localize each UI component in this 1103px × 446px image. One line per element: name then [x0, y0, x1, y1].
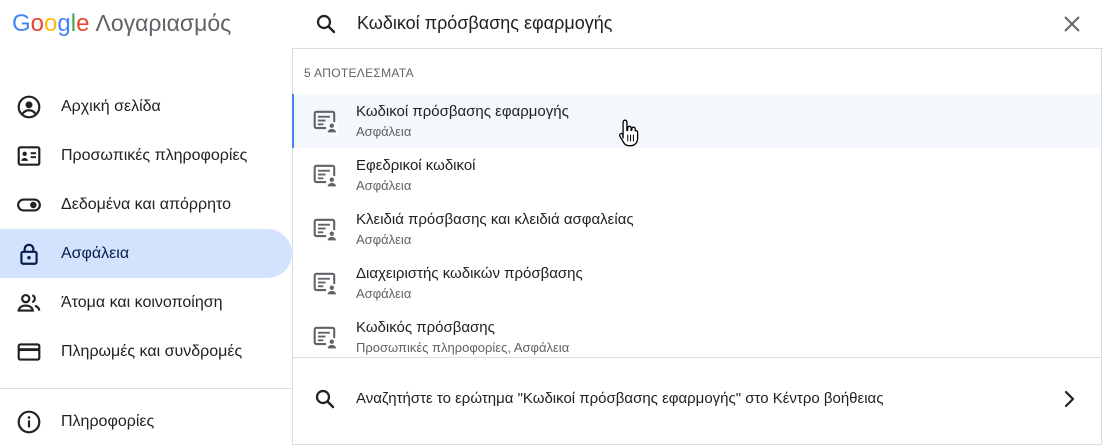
result-category: Ασφάλεια [356, 124, 412, 139]
result-category: Ασφάλεια [356, 232, 412, 247]
info-icon [16, 409, 42, 435]
sidebar-item-home[interactable]: Αρχική σελίδα [0, 82, 292, 131]
logo-letter: e [76, 10, 90, 37]
password-account-icon [312, 324, 338, 350]
sidebar-item-payments[interactable]: Πληρωμές και συνδρομές [0, 327, 292, 376]
toggle-icon [16, 192, 42, 218]
result-category: Προσωπικές πληροφορίες, Ασφάλεια [356, 340, 570, 355]
sidebar-item-label: Πληρωμές και συνδρομές [61, 342, 243, 360]
result-category: Ασφάλεια [356, 178, 412, 193]
sidebar-item-data-privacy[interactable]: Δεδομένα και απόρρητο [0, 180, 292, 229]
sidebar-nav: Αρχική σελίδα Προσωπικές πληροφορίες Δεδ… [0, 82, 292, 376]
sidebar-item-security[interactable]: Ασφάλεια [0, 229, 292, 278]
sidebar-item-label: Αρχική σελίδα [61, 97, 161, 115]
sidebar-item-label: Ασφάλεια [61, 244, 130, 262]
search-icon [313, 387, 337, 411]
result-title: Κλειδιά πρόσβασης και κλειδιά ασφαλείας [356, 211, 634, 228]
password-account-icon [312, 216, 338, 242]
search-result-item[interactable]: Διαχειριστής κωδικών πρόσβασης Ασφάλεια [293, 256, 1101, 310]
search-input[interactable]: Κωδικοί πρόσβασης εφαρμογής [357, 13, 612, 34]
result-title: Κωδικοί πρόσβασης εφαρμογής [356, 103, 569, 120]
google-account-logo[interactable]: Google Λογαριασμός [12, 10, 231, 42]
password-account-icon [312, 270, 338, 296]
close-icon[interactable] [1059, 11, 1085, 37]
lock-icon [16, 241, 42, 267]
results-divider [293, 357, 1101, 358]
search-icon[interactable] [314, 12, 338, 36]
help-center-search-text: Αναζητήστε το ερώτημα "Κωδικοί πρόσβασης… [356, 390, 884, 407]
search-result-item[interactable]: Κωδικοί πρόσβασης εφαρμογής Ασφάλεια [292, 94, 1101, 148]
logo-letter: o [30, 10, 45, 37]
sidebar-item-personal-info[interactable]: Προσωπικές πληροφορίες [0, 131, 292, 180]
product-name: Λογαριασμός [95, 10, 232, 36]
password-account-icon [312, 108, 338, 134]
sidebar-info-section: Πληροφορίες [0, 397, 292, 446]
sidebar-item-people-sharing[interactable]: Άτομα και κοινοποίηση [0, 278, 292, 327]
id-card-icon [16, 143, 42, 169]
sidebar-item-label: Προσωπικές πληροφορίες [61, 146, 248, 164]
result-title: Κωδικός πρόσβασης [356, 319, 495, 336]
logo-letter: o [44, 10, 58, 37]
result-title: Εφεδρικοί κωδικοί [356, 157, 476, 174]
help-center-search-link[interactable]: Αναζητήστε το ερώτημα "Κωδικοί πρόσβασης… [293, 379, 1101, 419]
password-account-icon [312, 162, 338, 188]
account-circle-icon [16, 94, 42, 120]
hand-cursor-icon [619, 119, 639, 147]
search-results-panel: 5 ΑΠΟΤΕΛΕΣΜΑΤΑ Κωδικοί πρόσβασης εφαρμογ… [292, 49, 1102, 445]
search-result-item[interactable]: Κωδικός πρόσβασης Προσωπικές πληροφορίες… [293, 310, 1101, 364]
result-category: Ασφάλεια [356, 286, 412, 301]
sidebar-divider [0, 388, 292, 389]
sidebar-item-label: Άτομα και κοινοποίηση [61, 293, 223, 311]
result-title: Διαχειριστής κωδικών πρόσβασης [356, 265, 583, 282]
search-bar[interactable]: Κωδικοί πρόσβασης εφαρμογής [292, 0, 1103, 49]
results-count-heading: 5 ΑΠΟΤΕΛΕΣΜΑΤΑ [304, 66, 414, 80]
people-icon [16, 290, 42, 316]
sidebar-item-about[interactable]: Πληροφορίες [0, 397, 292, 446]
google-wordmark: Google [12, 10, 89, 38]
search-result-item[interactable]: Εφεδρικοί κωδικοί Ασφάλεια [293, 148, 1101, 202]
sidebar-item-label: Πληροφορίες [61, 412, 155, 430]
logo-letter: g [57, 10, 71, 37]
chevron-right-icon [1057, 387, 1081, 411]
credit-card-icon [16, 339, 42, 365]
logo-letter: G [12, 10, 31, 37]
search-result-item[interactable]: Κλειδιά πρόσβασης και κλειδιά ασφαλείας … [293, 202, 1101, 256]
sidebar-item-label: Δεδομένα και απόρρητο [61, 195, 232, 213]
